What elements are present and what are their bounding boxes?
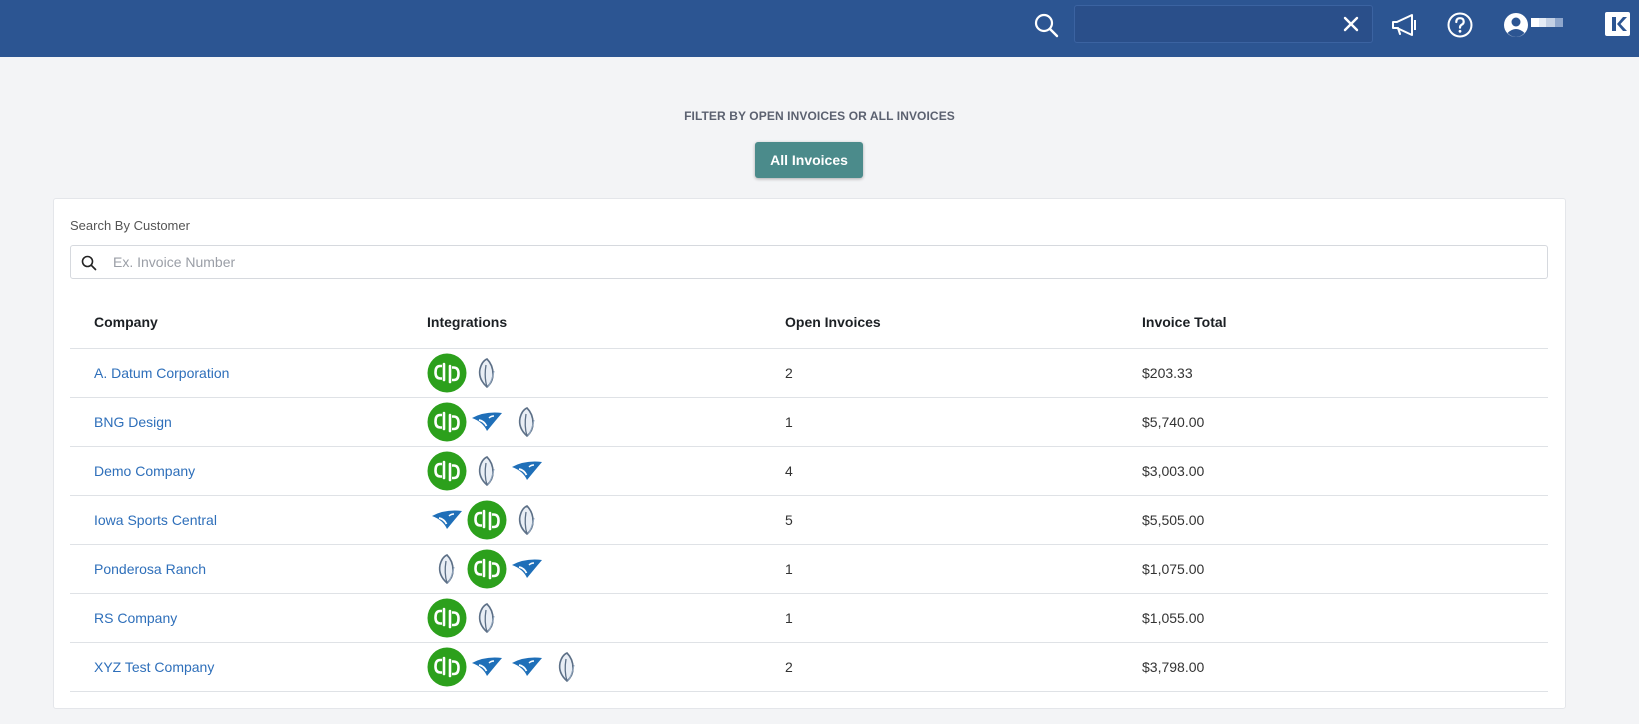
leaf-icon [547,647,587,687]
company-cell: Iowa Sports Central [70,495,427,545]
table-row[interactable]: A. Datum Corporation 2 $203.33 [70,348,1548,398]
table-row[interactable]: Iowa Sports Central 5 $5,505.00 [70,495,1548,545]
company-cell: RS Company [70,593,427,643]
leaf-icon [467,451,507,491]
company-link[interactable]: RS Company [94,610,177,626]
invoice-total-cell: $5,505.00 [1142,495,1548,545]
quickbooks-icon [427,402,467,442]
integrations-cell [427,348,785,398]
open-invoices-cell: 1 [785,397,1142,447]
column-header-invoice-total[interactable]: Invoice Total [1142,297,1548,349]
leaf-icon [507,402,547,442]
table-header-row: Company Integrations Open Invoices Invoi… [70,297,1548,349]
column-header-integrations[interactable]: Integrations [427,297,785,349]
integrations-cell [427,397,785,447]
company-link[interactable]: A. Datum Corporation [94,365,229,381]
quickbooks-icon [467,500,507,540]
all-invoices-button[interactable]: All Invoices [755,142,863,178]
megaphone-icon[interactable] [1389,9,1421,41]
bird-wing-icon [467,402,507,442]
open-invoices-cell: 2 [785,348,1142,398]
company-cell: Ponderosa Ranch [70,544,427,594]
integrations-cell [427,593,785,643]
global-search-input[interactable] [1083,12,1333,36]
invoice-total-cell: $1,075.00 [1142,544,1548,594]
table-row[interactable]: RS Company 1 $1,055.00 [70,593,1548,643]
table-row[interactable]: XYZ Test Company 2 $3,798.00 [70,642,1548,692]
invoice-total-cell: $203.33 [1142,348,1548,398]
bird-wing-icon [507,647,547,687]
invoice-total-cell: $3,798.00 [1142,642,1548,692]
bird-wing-icon [467,647,507,687]
quickbooks-icon [427,451,467,491]
quickbooks-icon [427,353,467,393]
integration-icons [427,498,785,542]
customers-table: Company Integrations Open Invoices Invoi… [70,297,1548,692]
top-navigation-bar [0,0,1639,57]
integration-icons [427,596,785,640]
leaf-icon [507,500,547,540]
close-icon[interactable] [1342,15,1360,33]
customer-invoices-card: Search By Customer Company Integrations … [53,198,1566,709]
search-icon [81,255,97,271]
user-account-icon[interactable] [1500,9,1532,41]
open-invoices-cell: 4 [785,446,1142,496]
column-header-company[interactable]: Company [70,297,427,349]
table-row[interactable]: BNG Design 1 $5,740.00 [70,397,1548,447]
quickbooks-icon [427,647,467,687]
invoice-total-cell: $3,003.00 [1142,446,1548,496]
company-link[interactable]: Demo Company [94,463,195,479]
open-invoices-cell: 1 [785,593,1142,643]
help-icon[interactable] [1444,9,1476,41]
table-row[interactable]: Demo Company 4 $3,003.00 [70,446,1548,496]
company-cell: XYZ Test Company [70,642,427,692]
integration-icons [427,400,785,444]
leaf-icon [467,598,507,638]
integrations-cell [427,495,785,545]
company-link[interactable]: BNG Design [94,414,172,430]
open-invoices-cell: 1 [785,544,1142,594]
integration-icons [427,351,785,395]
company-cell: Demo Company [70,446,427,496]
global-search-box [1074,5,1373,43]
quickbooks-icon [467,549,507,589]
integrations-cell [427,544,785,594]
quickbooks-icon [427,598,467,638]
invoice-total-cell: $5,740.00 [1142,397,1548,447]
search-label: Search By Customer [70,218,190,233]
integrations-cell [427,642,785,692]
integrations-cell [427,446,785,496]
company-cell: A. Datum Corporation [70,348,427,398]
customer-search-field [70,245,1548,279]
integration-icons [427,547,785,591]
integration-icons [427,449,785,493]
bird-wing-icon [427,500,467,540]
company-link[interactable]: Ponderosa Ranch [94,561,206,577]
leaf-icon [467,353,507,393]
app-logo-icon[interactable] [1605,12,1630,36]
search-icon[interactable] [1030,9,1062,41]
invoice-total-cell: $1,055.00 [1142,593,1548,643]
integration-icons [427,645,785,689]
open-invoices-cell: 2 [785,642,1142,692]
company-link[interactable]: Iowa Sports Central [94,512,217,528]
table-row[interactable]: Ponderosa Ranch 1 $1,075.00 [70,544,1548,594]
column-header-open-invoices[interactable]: Open Invoices [785,297,1142,349]
bird-wing-icon [507,451,547,491]
bird-wing-icon [507,549,547,589]
company-link[interactable]: XYZ Test Company [94,659,214,675]
leaf-icon [427,549,467,589]
company-cell: BNG Design [70,397,427,447]
customer-search-input[interactable] [113,252,1533,272]
filter-heading: FILTER BY OPEN INVOICES OR ALL INVOICES [684,109,955,123]
user-menu-placeholder[interactable] [1531,14,1563,27]
open-invoices-cell: 5 [785,495,1142,545]
